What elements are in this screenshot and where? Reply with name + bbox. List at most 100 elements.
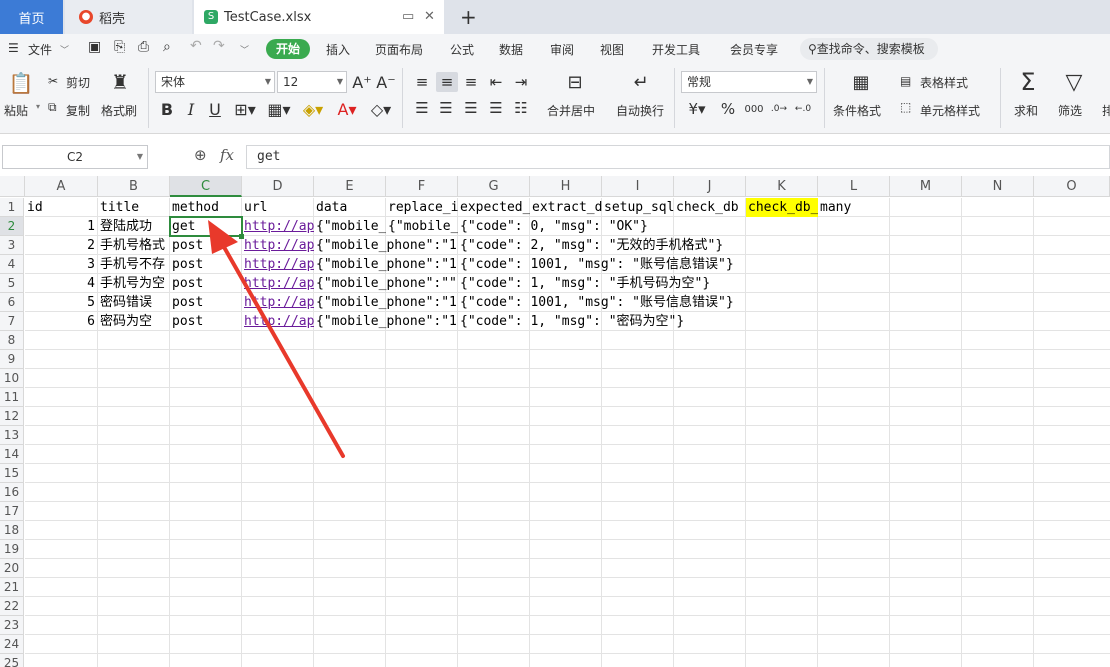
cell-A5[interactable]: 4 (25, 274, 98, 293)
paste-chevron-icon[interactable]: ▾ (36, 102, 40, 111)
column-header[interactable]: A (25, 176, 98, 197)
row-header[interactable]: 8 (0, 331, 24, 350)
export-pdf-icon[interactable]: ⎘ (114, 39, 125, 55)
cell-E1[interactable]: data (314, 198, 386, 217)
distribute-icon[interactable]: ☷ (511, 98, 531, 118)
increase-decimal-icon[interactable]: .0→ (768, 98, 790, 120)
cell-A3[interactable]: 2 (25, 236, 98, 255)
border-icon[interactable]: ⊞▾ (230, 98, 260, 120)
print-preview-icon[interactable]: ⌕ (163, 39, 171, 55)
sort-button[interactable]: 排 (1102, 102, 1110, 119)
column-header[interactable]: H (530, 176, 602, 197)
cell-G2[interactable]: {"code": 0, "msg": "OK"} (458, 217, 648, 236)
cell-C7[interactable]: post (170, 312, 242, 331)
row-header[interactable]: 18 (0, 521, 24, 540)
wrap-text-button[interactable]: 自动换行 (616, 102, 664, 119)
cell-A6[interactable]: 5 (25, 293, 98, 312)
menu-developer[interactable]: 开发工具 (652, 41, 700, 58)
row-header[interactable]: 13 (0, 426, 24, 445)
percent-icon[interactable]: % (718, 98, 738, 120)
cell-style-picker-icon[interactable]: ▦▾ (264, 98, 294, 120)
row-header[interactable]: 23 (0, 616, 24, 635)
sum-button[interactable]: 求和 (1014, 102, 1038, 119)
font-family-select[interactable]: 宋体 ▼ (155, 71, 275, 93)
column-header[interactable]: G (458, 176, 530, 197)
cell-E5[interactable]: {"mobile_phone":"" (314, 274, 458, 293)
merge-center-button[interactable]: 合并居中 (547, 102, 595, 119)
currency-icon[interactable]: ¥▾ (682, 98, 712, 120)
undo-icon[interactable]: ↶ (190, 38, 202, 54)
menu-data[interactable]: 数据 (499, 41, 523, 58)
row-header[interactable]: 10 (0, 369, 24, 388)
select-all-corner[interactable] (0, 176, 25, 197)
table-style-button[interactable]: 表格样式 (920, 74, 968, 91)
cell-D2-link[interactable]: http://ap (242, 217, 314, 236)
menu-member[interactable]: 会员专享 (730, 41, 778, 58)
cell-F1[interactable]: replace_i (386, 198, 458, 217)
column-header-selected[interactable]: C (170, 176, 242, 197)
underline-button[interactable]: U (204, 98, 226, 120)
align-top-icon[interactable]: ≡ (412, 72, 432, 92)
column-header[interactable]: L (818, 176, 890, 197)
align-left-icon[interactable]: ☰ (412, 98, 432, 118)
cell-D4-link[interactable]: http://ap (242, 255, 314, 274)
align-bottom-icon[interactable]: ≡ (461, 72, 481, 92)
row-header[interactable]: 1 (0, 198, 24, 217)
align-middle-icon[interactable]: ≡ (436, 72, 458, 92)
cell-D7-link[interactable]: http://ap (242, 312, 314, 331)
cell-E2[interactable]: {"mobile_ (314, 217, 386, 236)
row-header[interactable]: 14 (0, 445, 24, 464)
column-header[interactable]: J (674, 176, 746, 197)
cell-H1[interactable]: extract_d (530, 198, 602, 217)
cell-I1[interactable]: setup_sql (602, 198, 674, 217)
copy-button[interactable]: 复制 (66, 102, 90, 119)
name-box[interactable]: C2 ▼ (2, 145, 148, 169)
row-header[interactable]: 9 (0, 350, 24, 369)
column-header[interactable]: N (962, 176, 1034, 197)
float-window-icon[interactable]: ▭ (402, 9, 414, 24)
command-search[interactable]: ⚲查找命令、搜索模板 (800, 38, 938, 60)
row-header[interactable]: 11 (0, 388, 24, 407)
increase-font-icon[interactable]: A⁺ (352, 72, 372, 92)
row-header[interactable]: 19 (0, 540, 24, 559)
fx-icon[interactable]: fx (220, 146, 234, 164)
cell-C2[interactable]: get (170, 217, 242, 236)
paste-icon[interactable]: 📋 (8, 70, 34, 96)
cell-A1[interactable]: id (25, 198, 98, 217)
cell-E6[interactable]: {"mobile_phone":"1 (314, 293, 458, 312)
tab-home[interactable]: 首页 (0, 0, 63, 34)
row-header[interactable]: 5 (0, 274, 24, 293)
cell-D1[interactable]: url (242, 198, 314, 217)
format-painter-button[interactable]: 格式刷 (101, 102, 137, 119)
column-header[interactable]: D (242, 176, 314, 197)
column-header[interactable]: B (98, 176, 170, 197)
print-icon[interactable]: ⎙ (138, 39, 149, 55)
increase-indent-icon[interactable]: ⇥ (511, 72, 531, 92)
cell-B6[interactable]: 密码错误 (98, 293, 170, 312)
save-icon[interactable]: ▣ (88, 39, 101, 55)
menu-file[interactable]: 文件 (28, 41, 52, 58)
menu-review[interactable]: 审阅 (550, 41, 574, 58)
redo-icon[interactable]: ↷ (213, 38, 225, 54)
row-header[interactable]: 3 (0, 236, 24, 255)
cell-D3-link[interactable]: http://ap (242, 236, 314, 255)
column-header[interactable]: M (890, 176, 962, 197)
zoom-icon[interactable]: ⊕ (194, 146, 207, 164)
row-header[interactable]: 12 (0, 407, 24, 426)
menu-start[interactable]: 开始 (266, 39, 310, 59)
row-header[interactable]: 6 (0, 293, 24, 312)
cell-D6-link[interactable]: http://ap (242, 293, 314, 312)
column-header[interactable]: O (1034, 176, 1110, 197)
cell-E3[interactable]: {"mobile_phone":"1 (314, 236, 458, 255)
cell-B7[interactable]: 密码为空 (98, 312, 170, 331)
new-tab-button[interactable]: + (460, 5, 477, 29)
row-header-selected[interactable]: 2 (0, 217, 24, 236)
cell-B2[interactable]: 登陆成功 (98, 217, 170, 236)
row-header[interactable]: 17 (0, 502, 24, 521)
tab-daoke[interactable]: ● 稻壳 (65, 0, 192, 34)
cell-A4[interactable]: 3 (25, 255, 98, 274)
chevron-down-icon[interactable]: ﹀ (60, 43, 69, 56)
cell-G6[interactable]: {"code": 1001, "msg": "账号信息错误"} (458, 293, 734, 312)
decrease-decimal-icon[interactable]: ←.0 (792, 98, 814, 120)
align-center-icon[interactable]: ☰ (436, 98, 456, 118)
